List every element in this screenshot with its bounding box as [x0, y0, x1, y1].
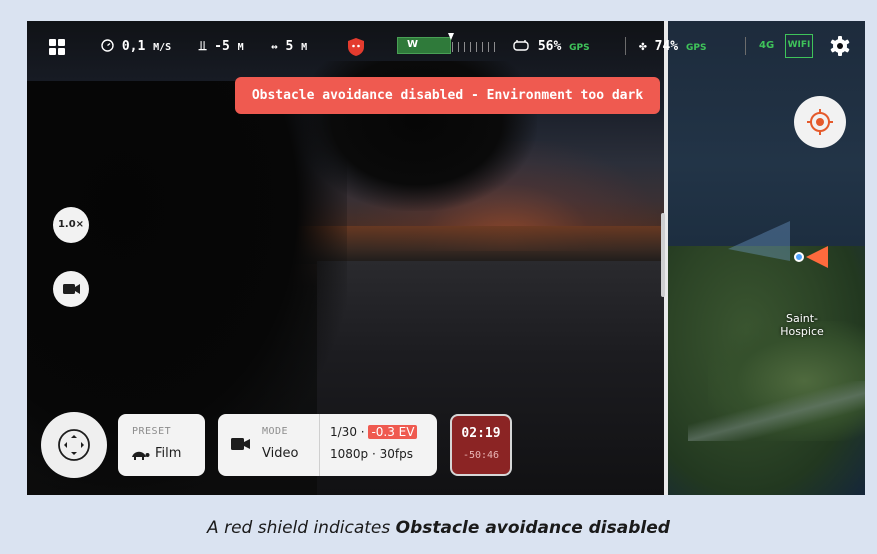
recording-time: 02:19: [461, 426, 501, 441]
speed-unit: M/S: [153, 42, 172, 53]
distance-icon: ↔: [271, 40, 278, 53]
top-status-bar: 0,1 M/S ⫫ -5 M ↔ 5 M W 56% GPS ✤ 74% GPS…: [27, 21, 865, 73]
video-mode-icon: [231, 438, 250, 450]
speed-value: 0,1: [121, 39, 146, 54]
dot-separator: ·: [360, 425, 365, 439]
network-indicator: 4G: [759, 40, 775, 51]
record-button[interactable]: 02:19 -50:46: [450, 414, 512, 476]
capture-settings[interactable]: MODE Video 1/30 · -0.3 EV 1080p · 30fps: [218, 414, 437, 476]
ev-badge: -0.3 EV: [368, 425, 418, 439]
drone-gps: GPS: [685, 43, 707, 53]
drone-app-screen: Saint- Hospice 0,1 M/S ⫫ -5 M ↔ 5 M W 56…: [27, 21, 865, 495]
gear-icon[interactable]: [829, 35, 851, 57]
drone-icon: ✤: [639, 39, 647, 54]
attitude-indicator: W: [397, 33, 499, 54]
preset-selector[interactable]: PRESET Film: [118, 414, 205, 476]
map-shoreline: [688, 381, 865, 441]
shield-icon[interactable]: [347, 37, 365, 57]
controller-battery: 56%: [537, 39, 562, 54]
attitude-bar: [397, 37, 451, 54]
exposure-line[interactable]: 1/30 · -0.3 EV: [330, 425, 418, 439]
settings-divider: [319, 414, 320, 476]
map-place-label: Saint- Hospice: [780, 312, 824, 338]
joystick-icon: [58, 429, 90, 461]
mode-value: Video: [262, 446, 299, 461]
recording-remaining: -50:46: [462, 450, 500, 461]
controller-icon: [513, 40, 529, 51]
shutter-speed: 1/30: [330, 425, 357, 439]
caption-bold-text: Obstacle avoidance disabled: [395, 518, 670, 538]
drone-battery: 74%: [654, 39, 679, 54]
figure-caption: A red shield indicates Obstacle avoidanc…: [0, 518, 877, 538]
distance-readout: ↔ 5 M: [271, 39, 307, 54]
crosshair-icon: [807, 109, 833, 135]
caption-text: A red shield indicates: [207, 518, 396, 538]
status-separator: [625, 37, 626, 55]
altitude-unit: M: [237, 42, 244, 53]
preset-label: PRESET: [132, 426, 172, 437]
camera-mode-button[interactable]: [53, 271, 89, 307]
turtle-icon: [132, 451, 150, 460]
altitude-value: -5: [214, 39, 230, 54]
drone-position-icon: [806, 246, 828, 268]
distance-unit: M: [301, 42, 308, 53]
home-point-icon: [794, 252, 804, 262]
speed-readout: 0,1 M/S: [101, 39, 171, 54]
distance-value: 5: [285, 39, 294, 54]
recenter-map-button[interactable]: [794, 96, 846, 148]
obstacle-alert-banner: Obstacle avoidance disabled - Environmen…: [235, 77, 660, 114]
mode-label: MODE: [262, 426, 289, 437]
split-resize-handle[interactable]: [661, 213, 665, 297]
preset-value: Film: [155, 446, 182, 461]
controller-status: 56% GPS: [512, 39, 590, 54]
controller-gps: GPS: [569, 43, 590, 53]
drone-heading-beam: [728, 221, 790, 261]
status-separator: [745, 37, 746, 55]
virtual-joystick-button[interactable]: [41, 412, 107, 478]
zoom-button[interactable]: 1.0×: [53, 207, 89, 243]
wifi-badge[interactable]: WIFI: [785, 34, 813, 58]
video-format[interactable]: 1080p · 30fps: [330, 447, 413, 461]
compass-ticks: [452, 42, 499, 52]
drone-status: ✤ 74% GPS: [639, 39, 706, 54]
attitude-label: W: [407, 39, 419, 50]
heading-needle-icon: [448, 33, 454, 40]
apps-grid-icon[interactable]: [49, 39, 65, 55]
altitude-icon: ⫫: [199, 39, 207, 54]
speedometer-icon: [101, 39, 114, 52]
video-camera-icon: [63, 284, 80, 294]
altitude-readout: ⫫ -5 M: [199, 39, 244, 54]
